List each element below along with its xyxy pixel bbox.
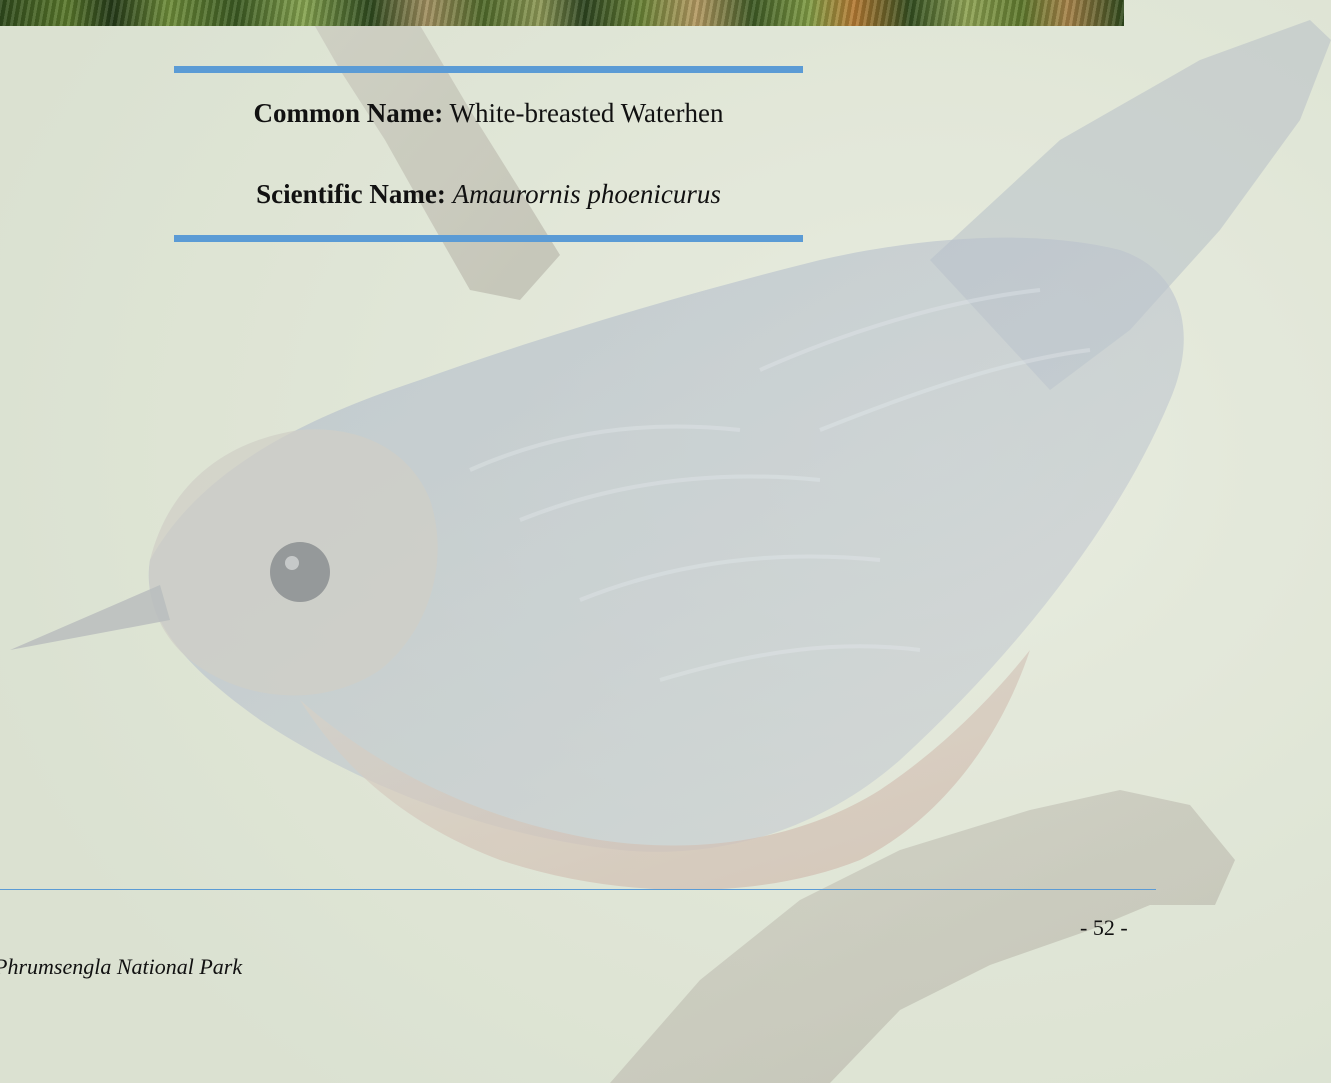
scientific-name-label: Scientific Name: [256, 179, 446, 209]
header-rule-top [174, 66, 803, 73]
footer-rule [0, 889, 1156, 890]
common-name-line: Common Name: White-breasted Waterhen [174, 96, 803, 130]
scientific-name-line: Scientific Name: Amaurornis phoenicurus [174, 177, 803, 211]
background-bird-photo [0, 0, 1331, 1083]
common-name-value: White-breasted Waterhen [449, 98, 724, 128]
top-photo-strip [0, 0, 1124, 26]
header-rule-bottom [174, 235, 803, 242]
common-name-label: Common Name: [253, 98, 444, 128]
page-number: - 52 - [1080, 915, 1128, 940]
scientific-name-value: Amaurornis phoenicurus [452, 179, 721, 209]
footer-park-name: Phrumsengla National Park [0, 954, 243, 979]
